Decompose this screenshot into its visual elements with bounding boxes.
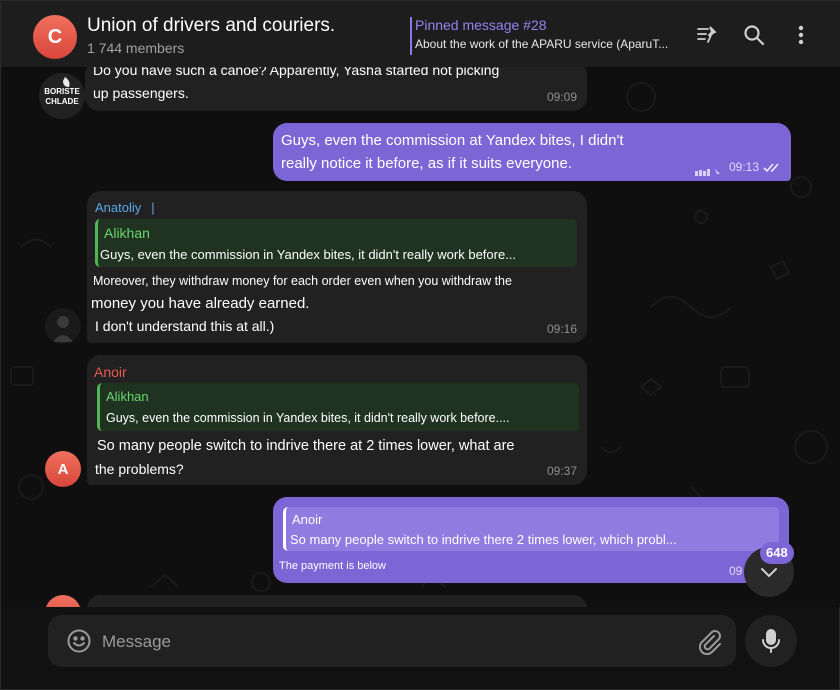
message-bubble[interactable]: Anatoliy | Alikhan Guys, even the commiss…	[87, 191, 587, 343]
reply-text: So many people switch to indrive there 2…	[290, 532, 677, 547]
sender-name[interactable]: Anatoliy |	[95, 200, 155, 215]
pinned-message-text: About the work of the APARU service (Apa…	[415, 37, 669, 51]
sender-avatar[interactable]	[45, 308, 81, 344]
telegram-window: C Union of drivers and couriers. 1 744 m…	[0, 0, 840, 690]
sender-name-text: Anatoliy	[95, 200, 142, 215]
chevron-down-icon	[761, 568, 777, 578]
microphone-icon	[762, 629, 780, 653]
reply-text: Guys, even the commission in Yandex bite…	[100, 247, 517, 262]
message-time: 09:13	[729, 160, 760, 174]
pinned-message-bar[interactable]: Pinned message #28 About the work of the…	[410, 17, 677, 55]
message-text: money you have already earned.	[91, 295, 310, 312]
admin-marker: |	[151, 200, 155, 215]
message-bubble[interactable]	[87, 595, 587, 607]
reply-author: Alikhan	[104, 225, 150, 241]
reply-quote[interactable]: Anoir So many people switch to indrive t…	[283, 507, 779, 551]
sender-name[interactable]: Anoir	[94, 364, 127, 380]
message-time: 09:16	[546, 322, 577, 336]
sender-avatar[interactable]: BORISTE CHLADE	[39, 73, 85, 119]
message-time: 09:09	[546, 90, 577, 104]
attach-icon[interactable]	[696, 627, 722, 656]
unread-count-badge: 648	[760, 542, 794, 564]
message-bubble-outgoing[interactable]: Guys, even the commission at Yandex bite…	[273, 123, 791, 181]
message-time: 09:37	[546, 464, 577, 478]
message-text: really notice it before, as if it suits …	[281, 155, 572, 172]
sender-avatar-text: BORISTE CHLADE	[44, 87, 80, 106]
message-text: Guys, even the commission at Yandex bite…	[281, 132, 624, 149]
reply-author: Alikhan	[106, 389, 149, 404]
pinned-list-icon[interactable]	[695, 23, 719, 47]
message-text: Do you have such a canoe? Apparently, Ya…	[93, 67, 500, 78]
message-bubble[interactable]: Do you have such a canoe? Apparently, Ya…	[85, 67, 587, 111]
reply-quote[interactable]: Alikhan Guys, even the commission in Yan…	[97, 383, 579, 431]
message-text: Moreover, they withdraw money for each o…	[93, 274, 512, 288]
message-composer	[48, 615, 736, 667]
reply-text: Guys, even the commission in Yandex bite…	[106, 411, 510, 425]
message-list[interactable]: BORISTE CHLADE Do you have such a canoe?…	[1, 67, 840, 607]
emoji-icon[interactable]	[66, 628, 92, 654]
message-text: I don't understand this at all.)	[95, 318, 275, 334]
message-time: 09	[729, 564, 743, 578]
message-input[interactable]	[100, 629, 684, 655]
message-text: up passengers.	[93, 85, 189, 101]
voice-message-button[interactable]	[745, 615, 797, 667]
chat-title[interactable]: Union of drivers and couriers.	[87, 15, 335, 37]
reply-author: Anoir	[292, 512, 323, 527]
reactions-icon[interactable]	[695, 163, 723, 176]
sender-avatar[interactable]: A	[45, 451, 81, 487]
group-avatar[interactable]: C	[33, 15, 77, 59]
read-checkmarks-icon	[763, 161, 783, 179]
search-icon[interactable]	[742, 23, 766, 47]
reply-quote[interactable]: Alikhan Guys, even the commission in Yan…	[95, 219, 577, 267]
message-text: The payment is below	[279, 560, 386, 572]
message-bubble-outgoing[interactable]: Anoir So many people switch to indrive t…	[273, 497, 789, 583]
message-text: So many people switch to indrive there a…	[97, 438, 515, 454]
member-count: 1 744 members	[87, 40, 185, 56]
chat-header: C Union of drivers and couriers. 1 744 m…	[1, 1, 840, 68]
more-options-icon[interactable]	[789, 23, 813, 47]
message-text: the problems?	[95, 461, 184, 477]
pinned-message-title: Pinned message #28	[415, 17, 547, 33]
message-bubble[interactable]: Anoir Alikhan Guys, even the commission …	[87, 355, 587, 485]
